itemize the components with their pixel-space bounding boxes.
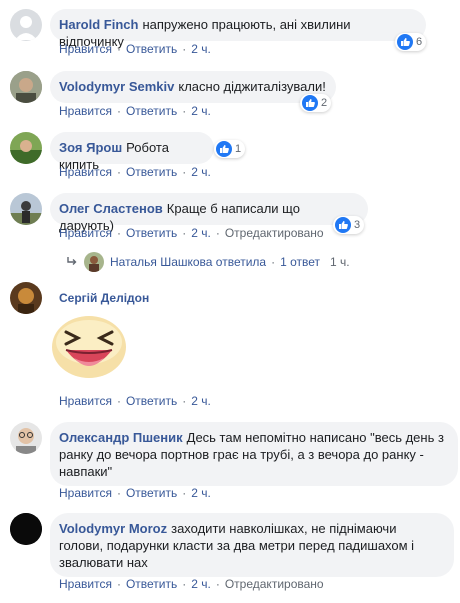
like-link[interactable]: Нравится [59,226,112,240]
like-link[interactable]: Нравится [59,165,112,179]
like-reaction-icon [302,95,318,111]
like-reaction-icon [216,141,232,157]
reply-link[interactable]: Ответить [126,42,177,56]
user-photo-icon [10,132,42,164]
like-link[interactable]: Нравится [59,104,112,118]
like-link[interactable]: Нравится [59,577,112,591]
reply-time[interactable]: 1 ч. [330,255,350,269]
reaction-number: 6 [416,36,423,48]
reply-arrow-icon [67,257,77,265]
comment-bubble: Олександр Пшеник Десь там непомітно напис… [50,422,458,486]
reply-link[interactable]: Ответить [126,165,177,179]
comment-actions: Нравится · Ответить · 2 ч. [59,104,211,118]
reaction-count[interactable]: 1 [214,140,246,158]
laughing-face-icon [52,316,126,378]
comment-actions: Нравится · Ответить · 2 ч. · Отредактировано [59,577,324,591]
timestamp[interactable]: 2 ч. [191,165,211,179]
default-avatar-icon [15,16,37,40]
user-photo-icon [10,71,42,103]
comment-author[interactable]: Сергій Делідон [59,291,149,305]
timestamp[interactable]: 2 ч. [191,42,211,56]
reaction-count[interactable]: 6 [395,33,427,51]
like-link[interactable]: Нравится [59,42,112,56]
comment-author[interactable]: Олександр Пшеник [59,430,183,445]
user-photo-icon [10,422,42,454]
timestamp[interactable]: 2 ч. [191,104,211,118]
comment-author[interactable]: Олег Сластенов [59,201,163,216]
user-photo-icon [10,193,42,225]
comment-author[interactable]: Зоя Ярош [59,140,122,155]
user-photo-icon [10,282,42,314]
avatar[interactable] [10,71,42,103]
avatar[interactable] [10,132,42,164]
comment-actions: Нравится · Ответить · 2 ч. [59,42,211,56]
comment-bubble: Олег Сластенов Краще б написали що даруют… [50,193,368,233]
reaction-count[interactable]: 3 [333,216,365,234]
reply-link[interactable]: Ответить [126,577,177,591]
avatar[interactable] [10,9,42,41]
comment-author[interactable]: Volodymyr Moroz [59,521,167,536]
edited-label[interactable]: Отредактировано [225,226,324,240]
avatar[interactable] [10,513,42,545]
reaction-number: 3 [354,219,361,231]
laughing-face-sticker [50,314,128,380]
reply-summary[interactable]: Наталья Шашкова ответила · 1 ответ 1 ч. [66,252,350,272]
comment-bubble: Зоя Ярош Робота кипить [50,132,214,172]
comment-bubble: Volodymyr Semkiv класно діджиталізували! [50,71,336,103]
timestamp[interactable]: 2 ч. [191,577,211,591]
avatar[interactable] [10,193,42,225]
user-photo-icon [84,252,104,272]
reply-link[interactable]: Ответить [126,486,177,500]
comment-text: класно діджиталізували! [178,79,326,94]
comment-actions: Нравится · Ответить · 2 ч. [59,394,211,408]
reaction-number: 1 [235,143,242,155]
reply-author-text[interactable]: Наталья Шашкова ответила [110,255,266,269]
timestamp[interactable]: 2 ч. [191,486,211,500]
timestamp[interactable]: 2 ч. [191,226,211,240]
comment-author-line: Сергій Делідон [59,291,153,305]
reaction-number: 2 [321,97,328,109]
avatar[interactable] [10,422,42,454]
reply-link[interactable]: Ответить [126,394,177,408]
reply-link[interactable]: Ответить [126,104,177,118]
edited-label[interactable]: Отредактировано [225,577,324,591]
reply-count[interactable]: 1 ответ [280,255,320,269]
comment-actions: Нравится · Ответить · 2 ч. [59,165,211,179]
comment-bubble: Harold Finch напружено працюють, ані хвил… [50,9,426,49]
comment-author[interactable]: Volodymyr Semkiv [59,79,174,94]
like-reaction-icon [335,217,351,233]
like-link[interactable]: Нравится [59,394,112,408]
reply-avatar[interactable] [84,252,104,272]
comment-actions: Нравится · Ответить · 2 ч. [59,486,211,500]
comment-author[interactable]: Harold Finch [59,17,138,32]
timestamp[interactable]: 2 ч. [191,394,211,408]
reaction-count[interactable]: 2 [300,94,332,112]
comment-bubble: Volodymyr Moroz заходити навколішках, не … [50,513,454,577]
comment-actions: Нравится · Ответить · 2 ч. · Отредактировано [59,226,324,240]
black-avatar-icon [10,513,42,545]
avatar[interactable] [10,282,42,314]
like-reaction-icon [397,34,413,50]
reply-link[interactable]: Ответить [126,226,177,240]
like-link[interactable]: Нравится [59,486,112,500]
